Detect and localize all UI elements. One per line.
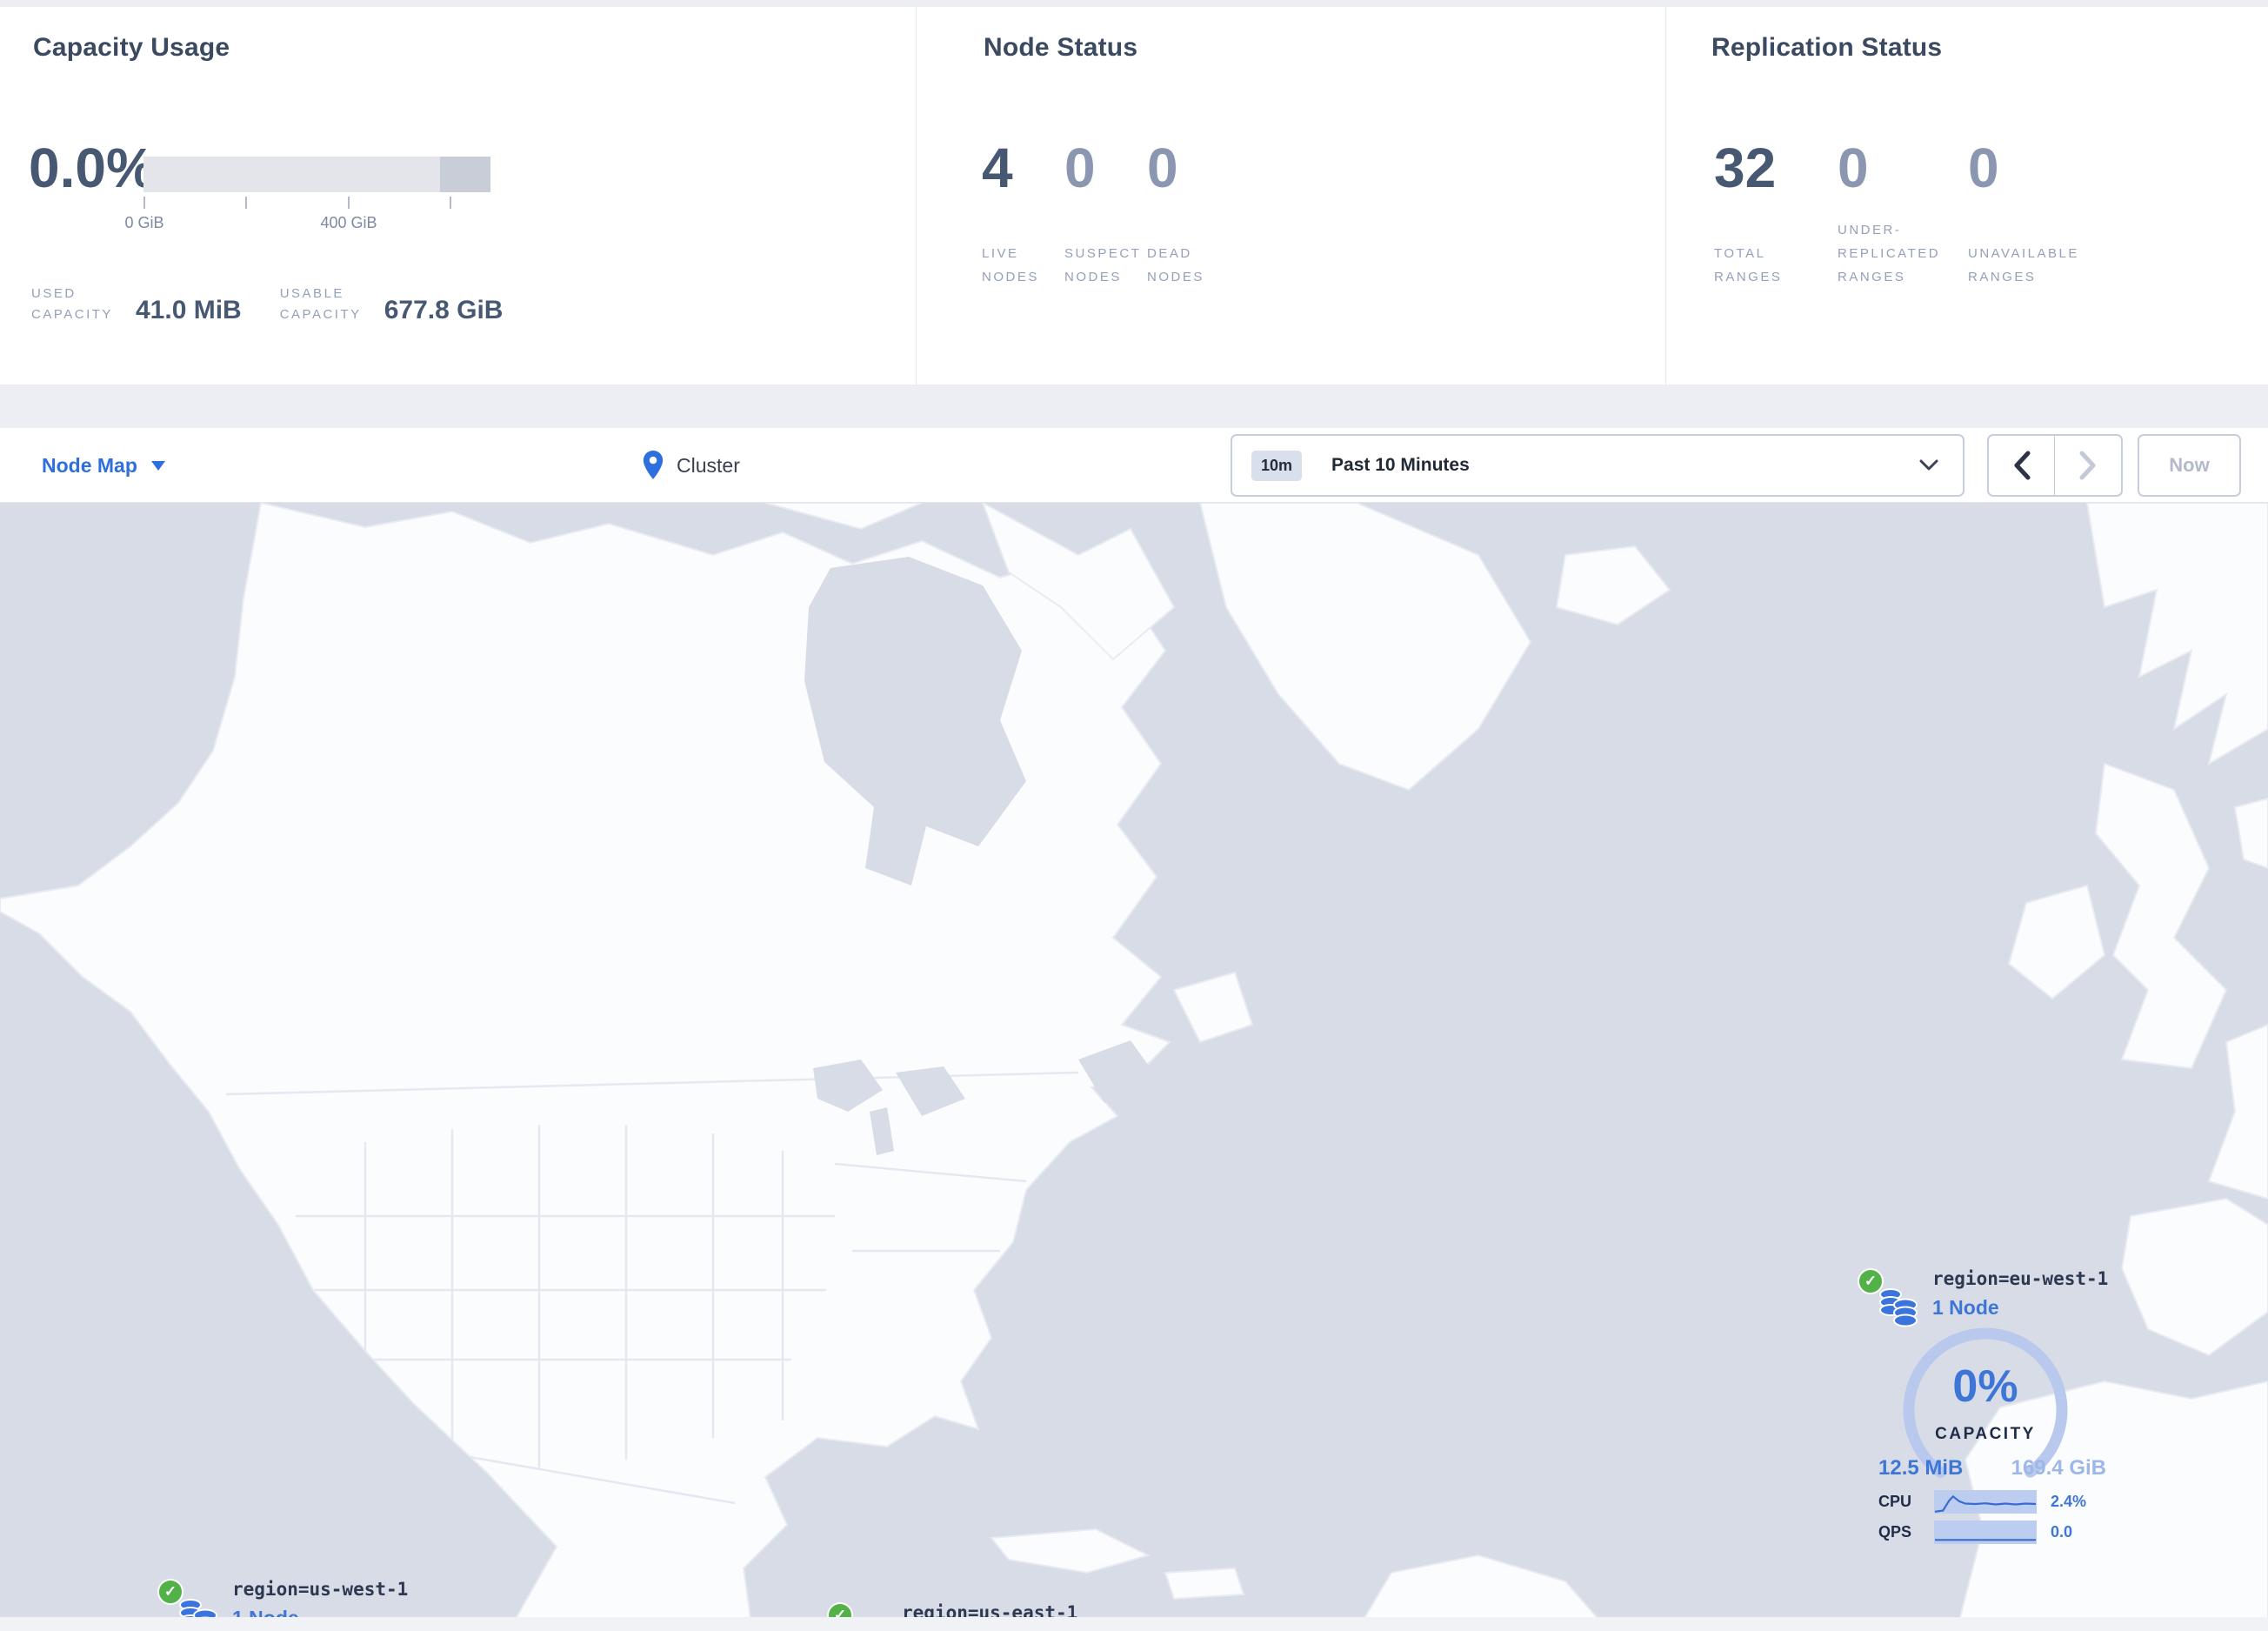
- capacity-bar: 0 GiB 400 GiB: [124, 157, 490, 244]
- usable-capacity-label: USABLE CAPACITY: [279, 286, 362, 322]
- chevron-down-icon: [1919, 459, 1938, 471]
- capacity-values-row: 12.5 MiB 169.4 GiB: [1878, 1456, 2106, 1481]
- suspect-nodes-label: SUSPECT NODES: [1064, 246, 1142, 284]
- time-forward-button[interactable]: [2055, 436, 2121, 495]
- time-pager: [1987, 434, 2123, 497]
- chevron-right-icon: [2079, 451, 2096, 480]
- replication-status-title: Replication Status: [1711, 33, 1943, 62]
- dead-nodes-metric: 0 DEAD NODES: [1147, 136, 1230, 284]
- suspect-nodes-metric: 0 SUSPECT NODES: [1064, 136, 1147, 284]
- capacity-stats: USED CAPACITY 41.0 MiB USABLE CAPACITY 6…: [31, 284, 503, 325]
- location-pin-icon: [643, 451, 664, 479]
- capacity-usage-title: Capacity Usage: [33, 33, 230, 62]
- qps-sparkline: [1934, 1520, 2037, 1544]
- replication-status-panel: Replication Status 32 TOTAL RANGES 0 UND…: [1665, 7, 2268, 384]
- used-capacity-label: USED CAPACITY: [31, 286, 113, 322]
- total-ranges-label: TOTAL RANGES: [1714, 246, 1783, 284]
- qps-value: 0.0: [2051, 1522, 2073, 1541]
- view-selector-label: Node Map: [42, 453, 137, 477]
- live-nodes-metric: 4 LIVE NODES: [982, 136, 1064, 284]
- axis-tick: [348, 197, 350, 209]
- chevron-left-icon: [2014, 451, 2030, 480]
- cpu-value: 2.4%: [2051, 1492, 2087, 1510]
- under-replicated-label: UNDER-REPLICATED RANGES: [1838, 223, 1941, 284]
- capacity-gauge-label: CAPACITY: [1935, 1425, 2036, 1443]
- region-name: region=eu-west-1: [1932, 1268, 2109, 1289]
- cpu-sparkline: [1934, 1489, 2037, 1514]
- region-marker[interactable]: ✓ region=eu-west-1 1 Node 0% CAPACITY 12…: [1852, 1258, 2131, 1558]
- region-name: region=us-west-1: [232, 1579, 409, 1600]
- unavailable-ranges-metric: 0 UNAVAILABLE RANGES: [1968, 136, 2125, 284]
- caret-down-icon: [150, 460, 165, 471]
- axis-tick-label: 400 GiB: [320, 214, 377, 231]
- time-range-label: Past 10 Minutes: [1331, 455, 1470, 475]
- cluster-summary-bar: Capacity Usage 0.0% 0 GiB 400 GiB USED C…: [0, 7, 2268, 384]
- time-back-button[interactable]: [1989, 436, 2055, 495]
- breadcrumb-label: Cluster: [677, 453, 740, 477]
- axis-tick: [450, 197, 451, 209]
- capacity-usage-panel: Capacity Usage 0.0% 0 GiB 400 GiB USED C…: [0, 7, 916, 384]
- unavailable-count: 0: [1968, 137, 1999, 199]
- map-toolbar: Node Map Cluster 10m Past 10 Minutes Now: [0, 428, 2268, 503]
- hispaniola: [1164, 1567, 1245, 1601]
- suspect-nodes-count: 0: [1064, 137, 1096, 199]
- under-replicated-count: 0: [1838, 137, 1869, 199]
- total-ranges-metric: 32 TOTAL RANGES: [1714, 136, 1838, 284]
- region-used-capacity: 12.5 MiB: [1878, 1456, 1964, 1480]
- axis-tick-label: 0 GiB: [124, 214, 164, 231]
- cpu-label: CPU: [1878, 1492, 1912, 1510]
- qps-label: QPS: [1878, 1522, 1912, 1541]
- now-button[interactable]: Now: [2138, 434, 2241, 497]
- region-total-capacity: 169.4 GiB: [2011, 1456, 2106, 1480]
- time-range-badge: 10m: [1251, 450, 1303, 481]
- region-node-count[interactable]: 1 Node: [1932, 1296, 1999, 1320]
- live-nodes-count: 4: [982, 137, 1013, 199]
- node-status-panel: Node Status 4 LIVE NODES 0 SUSPECT NODES…: [916, 7, 1665, 384]
- node-map: ✓ region=us-west-1 1 Node 0% CAPACITY 12…: [0, 503, 2268, 1631]
- used-capacity-value: 41.0 MiB: [136, 296, 242, 324]
- unavailable-label: UNAVAILABLE RANGES: [1968, 246, 2079, 284]
- axis-tick: [143, 197, 145, 209]
- axis-tick: [245, 197, 247, 209]
- capacity-gauge-percent: 0%: [1952, 1361, 2018, 1412]
- map-edge: [0, 1617, 2268, 1631]
- dead-nodes-count: 0: [1147, 137, 1178, 199]
- capacity-bar-track: [143, 157, 490, 192]
- node-status-title: Node Status: [984, 33, 1138, 62]
- breadcrumb[interactable]: Cluster: [642, 428, 740, 503]
- view-selector-dropdown[interactable]: Node Map: [42, 428, 165, 503]
- qps-stat-row: QPS 0.0: [1878, 1520, 2111, 1544]
- dead-nodes-label: DEAD NODES: [1147, 246, 1204, 284]
- usable-capacity-value: 677.8 GiB: [384, 296, 504, 324]
- capacity-percent: 0.0%: [29, 137, 156, 199]
- cpu-stat-row: CPU 2.4%: [1878, 1489, 2111, 1514]
- total-ranges-count: 32: [1714, 137, 1777, 199]
- capacity-bar-reserved-segment: [440, 157, 490, 192]
- under-replicated-ranges-metric: 0 UNDER-REPLICATED RANGES: [1838, 136, 1968, 284]
- time-range-dropdown[interactable]: 10m Past 10 Minutes: [1231, 434, 1964, 497]
- live-nodes-label: LIVE NODES: [982, 246, 1039, 284]
